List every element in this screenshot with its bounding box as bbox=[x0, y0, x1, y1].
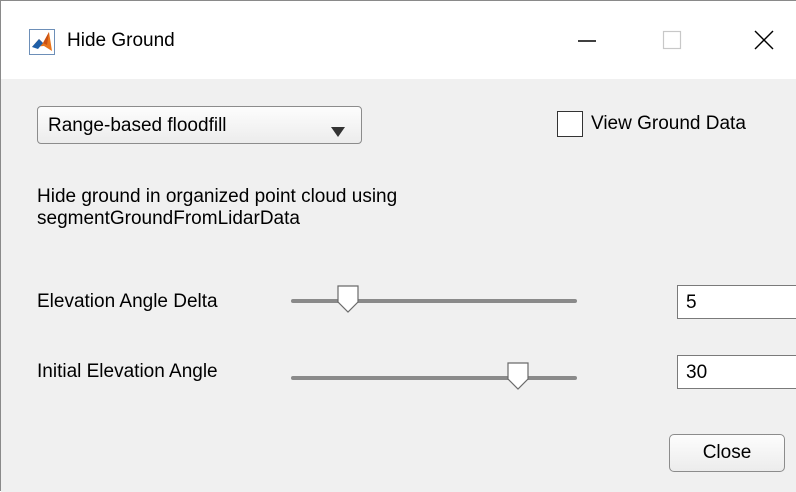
matlab-app-icon bbox=[29, 29, 55, 55]
slider-thumb[interactable] bbox=[507, 362, 529, 390]
elevation-angle-delta-slider[interactable] bbox=[291, 285, 577, 315]
minimize-button[interactable] bbox=[557, 1, 617, 79]
slider-track[interactable] bbox=[291, 299, 577, 303]
checkbox-box[interactable] bbox=[557, 111, 583, 137]
window-title: Hide Ground bbox=[67, 30, 175, 51]
initial-elevation-angle-slider[interactable] bbox=[291, 362, 577, 392]
hide-ground-window: Hide Ground Range-based floodfill View G… bbox=[0, 0, 796, 492]
slider-thumb[interactable] bbox=[337, 285, 359, 313]
slider-track[interactable] bbox=[291, 376, 577, 380]
description-text: Hide ground in organized point cloud usi… bbox=[37, 186, 398, 229]
elevation-angle-delta-field[interactable]: 5 bbox=[677, 285, 796, 319]
initial-elevation-angle-label: Initial Elevation Angle bbox=[37, 361, 218, 382]
checkbox-label: View Ground Data bbox=[591, 113, 746, 134]
method-dropdown-value: Range-based floodfill bbox=[48, 115, 227, 136]
triangle-down-icon bbox=[331, 121, 345, 143]
title-bar[interactable]: Hide Ground bbox=[1, 1, 796, 79]
close-window-button[interactable] bbox=[734, 1, 794, 79]
close-icon bbox=[754, 30, 774, 50]
minimize-icon bbox=[578, 40, 596, 42]
initial-elevation-angle-field[interactable]: 30 bbox=[677, 355, 796, 389]
close-button[interactable]: Close bbox=[669, 434, 785, 472]
method-dropdown[interactable]: Range-based floodfill bbox=[37, 106, 362, 144]
view-ground-data-checkbox[interactable]: View Ground Data bbox=[557, 109, 796, 139]
elevation-angle-delta-label: Elevation Angle Delta bbox=[37, 291, 218, 312]
maximize-icon bbox=[662, 30, 682, 50]
elevation-angle-delta-value: 5 bbox=[686, 292, 697, 313]
maximize-button[interactable] bbox=[642, 1, 702, 79]
dialog-content: Range-based floodfill View Ground Data H… bbox=[1, 79, 796, 492]
initial-elevation-angle-value: 30 bbox=[686, 362, 708, 383]
